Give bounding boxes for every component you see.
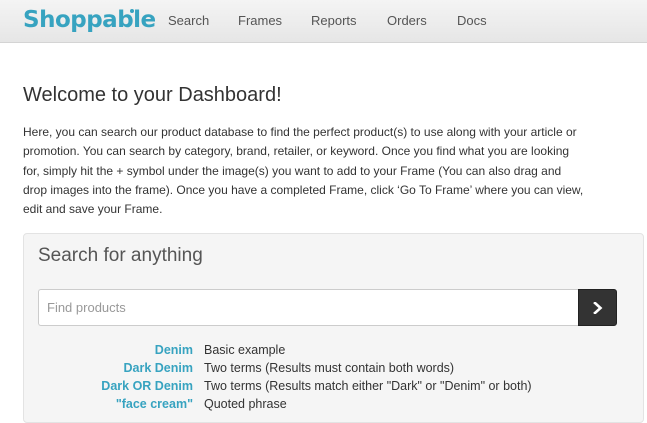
- search-example-term[interactable]: Dark OR Denim: [101, 377, 193, 395]
- nav-link-frames[interactable]: Frames: [238, 13, 282, 29]
- search-example-row: "face cream" Quoted phrase: [38, 395, 628, 413]
- intro-line: drop images into the frame). Once you ha…: [23, 182, 584, 197]
- search-input[interactable]: [38, 289, 578, 326]
- intro-line: Here, you can search our product databas…: [23, 125, 577, 139]
- intro-line: edit and save your Frame.: [23, 202, 163, 217]
- intro-paragraph: Here, you can search our product databas…: [23, 123, 647, 219]
- search-example-description: Two terms (Results must contain both wor…: [204, 361, 455, 375]
- search-example-description: Basic example: [204, 343, 286, 357]
- nav-link-reports[interactable]: Reports: [311, 13, 357, 29]
- search-example-row: Dark OR Denim Two terms (Results match e…: [38, 377, 628, 395]
- page-title: Welcome to your Dashboard!: [23, 84, 282, 106]
- search-example-term[interactable]: Dark Denim: [124, 359, 193, 377]
- brand-logo-dot-icon: [130, 9, 134, 13]
- nav-link-orders[interactable]: Orders: [387, 13, 427, 29]
- search-example-row: Denim Basic example: [38, 341, 628, 359]
- brand-logo[interactable]: Shoppable: [23, 4, 156, 36]
- search-example-row: Dark Denim Two terms (Results must conta…: [38, 359, 628, 377]
- search-submit-button[interactable]: [578, 289, 617, 326]
- nav-link-docs[interactable]: Docs: [457, 13, 487, 29]
- intro-line: for, simply hit the + symbol under the i…: [23, 163, 562, 178]
- top-navbar: Shoppable Search Frames Reports Orders D…: [0, 0, 647, 43]
- search-example-term[interactable]: "face cream": [116, 395, 193, 413]
- nav-link-search[interactable]: Search: [168, 13, 209, 29]
- search-panel: Search for anything Denim Basic example …: [23, 233, 644, 423]
- search-example-term[interactable]: Denim: [155, 341, 193, 359]
- search-heading: Search for anything: [38, 245, 203, 266]
- intro-line: promotion. You can search by category, b…: [23, 144, 570, 159]
- search-example-description: Two terms (Results match either "Dark" o…: [204, 379, 532, 393]
- search-example-description: Quoted phrase: [204, 397, 287, 411]
- chevron-right-icon: [592, 301, 602, 314]
